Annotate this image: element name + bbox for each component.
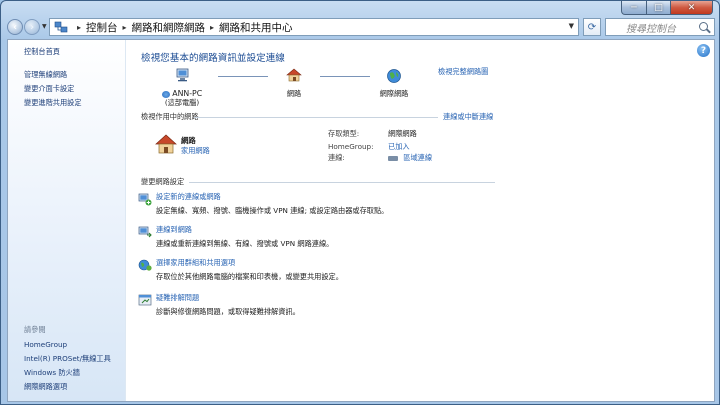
address-dropdown-icon[interactable]: ▼ bbox=[569, 22, 574, 30]
see-also-homegroup[interactable]: HomeGroup bbox=[24, 340, 67, 349]
local-connection-link[interactable]: 區域連線 bbox=[403, 153, 432, 162]
task-description: 存取位於其他網路電腦的檔案和印表機，或變更共用設定。 bbox=[156, 272, 343, 281]
task-new-connection: 設定新的連線或網路 設定無線、寬頻、撥號、臨機操作或 VPN 連線; 或設定路由… bbox=[156, 192, 388, 216]
maximize-icon: □ bbox=[654, 2, 663, 13]
window: ─ □ ✕ ‹ › ▼ ▸ 控制台 ▸ 網路和網際網路 ▸ 網路和共用中心 ▼ … bbox=[0, 0, 720, 405]
forward-arrow-icon: › bbox=[29, 21, 35, 33]
connections-value[interactable]: 區域連線 bbox=[388, 153, 432, 163]
computer-icon bbox=[174, 68, 190, 82]
map-internet[interactable]: 網際網路 bbox=[372, 68, 416, 99]
access-type-label: 存取類型: bbox=[328, 129, 360, 138]
task-troubleshoot: 疑難排解問題 診斷與修復網路問題，或取得疑難排解資訊。 bbox=[156, 293, 300, 317]
network-center-icon bbox=[54, 21, 68, 33]
chevron-right-icon[interactable]: ▸ bbox=[123, 23, 127, 32]
new-connection-icon bbox=[138, 192, 152, 206]
section-divider bbox=[189, 182, 495, 183]
content-frame: 控制台首頁 管理無線網路 變更介面卡設定 變更進階共用設定 請參閱 HomeGr… bbox=[7, 39, 715, 402]
breadcrumb-item[interactable]: 網路和共用中心 bbox=[219, 20, 293, 35]
globe-small-icon bbox=[161, 90, 170, 98]
house-icon bbox=[286, 68, 302, 82]
nav-arrows: ‹ › ▼ bbox=[7, 18, 47, 36]
help-icon[interactable]: ? bbox=[697, 44, 710, 57]
sidebar: 控制台首頁 管理無線網路 變更介面卡設定 變更進階共用設定 請參閱 HomeGr… bbox=[8, 40, 126, 401]
globe-icon bbox=[386, 68, 402, 84]
page-title: 檢視您基本的網路資訊並設定連線 bbox=[141, 53, 285, 64]
task-description: 設定無線、寬頻、撥號、臨機操作或 VPN 連線; 或設定路由器或存取點。 bbox=[156, 206, 389, 215]
map-connector-line bbox=[320, 76, 370, 77]
sidebar-item-manage-wireless[interactable]: 管理無線網路 bbox=[24, 70, 67, 80]
home-network-icon bbox=[155, 134, 177, 154]
back-button[interactable]: ‹ bbox=[7, 19, 23, 35]
title-bar[interactable]: ─ □ ✕ bbox=[1, 1, 719, 15]
setup-new-connection-link[interactable]: 設定新的連線或網路 bbox=[156, 192, 388, 202]
homegroup-label: HomeGroup: bbox=[328, 142, 374, 151]
task-description: 診斷與修復網路問題，或取得疑難排解資訊。 bbox=[156, 307, 300, 316]
window-controls: ─ □ ✕ bbox=[621, 1, 713, 15]
close-button[interactable]: ✕ bbox=[671, 1, 713, 15]
view-full-map-link[interactable]: 檢視完整網路圖 bbox=[438, 67, 488, 77]
computer-sub-label: (這部電腦) bbox=[164, 98, 200, 107]
network-type-link[interactable]: 家用網路 bbox=[181, 146, 210, 156]
troubleshoot-link[interactable]: 疑難排解問題 bbox=[156, 293, 300, 303]
access-type-value: 網際網路 bbox=[388, 129, 417, 138]
back-arrow-icon: ‹ bbox=[12, 21, 18, 33]
internet-label: 網際網路 bbox=[379, 89, 409, 98]
address-bar[interactable]: ▸ 控制台 ▸ 網路和網際網路 ▸ 網路和共用中心 ▼ bbox=[49, 18, 579, 36]
homegroup-value-link[interactable]: 已加入 bbox=[388, 142, 410, 152]
section-divider bbox=[194, 117, 438, 118]
map-computer[interactable]: ANN-PC (這部電腦) bbox=[152, 68, 212, 108]
connect-disconnect-link[interactable]: 連線或中斷連線 bbox=[443, 112, 493, 122]
connect-network-icon bbox=[138, 225, 152, 239]
connect-to-network-link[interactable]: 連線到網路 bbox=[156, 225, 333, 235]
search-box[interactable]: 搜尋控制台 bbox=[605, 18, 715, 36]
homegroup-icon bbox=[138, 258, 152, 272]
connections-label: 連線: bbox=[328, 153, 345, 162]
chevron-right-icon[interactable]: ▸ bbox=[77, 23, 81, 32]
search-icon[interactable] bbox=[699, 22, 708, 31]
see-also-internet-options[interactable]: 網際網路選項 bbox=[24, 382, 67, 392]
refresh-button[interactable]: ⟳ bbox=[583, 18, 601, 36]
recent-pages-dropdown[interactable]: ▼ bbox=[42, 23, 47, 30]
minimize-button[interactable]: ─ bbox=[621, 1, 647, 15]
network-name: 網路 bbox=[181, 136, 196, 145]
sidebar-item-advanced-sharing[interactable]: 變更進階共用設定 bbox=[24, 98, 82, 108]
refresh-icon: ⟳ bbox=[587, 21, 597, 33]
task-description: 連線或重新連線到無線、有線、撥號或 VPN 網路連線。 bbox=[156, 239, 334, 248]
navigation-bar: ‹ › ▼ ▸ 控制台 ▸ 網路和網際網路 ▸ 網路和共用中心 ▼ ⟳ 搜尋控制… bbox=[5, 16, 717, 38]
sidebar-item-control-panel-home[interactable]: 控制台首頁 bbox=[24, 47, 60, 57]
minimize-icon: ─ bbox=[631, 2, 637, 13]
sidebar-item-adapter-settings[interactable]: 變更介面卡設定 bbox=[24, 84, 74, 94]
map-network[interactable]: 網路 bbox=[274, 68, 314, 99]
troubleshoot-icon bbox=[138, 293, 152, 307]
see-also-title: 請參閱 bbox=[24, 325, 46, 334]
breadcrumb-item[interactable]: 控制台 bbox=[86, 20, 118, 35]
homegroup-sharing-link[interactable]: 選擇家用群組和共用選項 bbox=[156, 258, 343, 268]
change-settings-header: 變更網路設定 bbox=[141, 177, 185, 186]
ethernet-icon bbox=[388, 155, 398, 161]
forward-button[interactable]: › bbox=[24, 19, 40, 35]
task-homegroup: 選擇家用群組和共用選項 存取位於其他網路電腦的檔案和印表機，或變更共用設定。 bbox=[156, 258, 343, 282]
task-connect-network: 連線到網路 連線或重新連線到無線、有線、撥號或 VPN 網路連線。 bbox=[156, 225, 333, 249]
close-icon: ✕ bbox=[687, 2, 696, 13]
breadcrumb-item[interactable]: 網路和網際網路 bbox=[132, 20, 206, 35]
active-networks-header: 檢視作用中的網路 bbox=[141, 112, 199, 121]
computer-name: ANN-PC bbox=[172, 89, 203, 98]
search-placeholder: 搜尋控制台 bbox=[626, 23, 676, 35]
see-also-firewall[interactable]: Windows 防火牆 bbox=[24, 368, 80, 378]
maximize-button[interactable]: □ bbox=[647, 1, 671, 15]
map-connector-line bbox=[218, 76, 268, 77]
chevron-right-icon[interactable]: ▸ bbox=[210, 23, 214, 32]
main-panel: ? 檢視您基本的網路資訊並設定連線 檢視完整網路圖 ANN-PC (這部電腦) … bbox=[126, 40, 714, 401]
see-also-intel-proset[interactable]: Intel(R) PROSet/無線工具 bbox=[24, 354, 111, 364]
network-label: 網路 bbox=[286, 89, 302, 98]
